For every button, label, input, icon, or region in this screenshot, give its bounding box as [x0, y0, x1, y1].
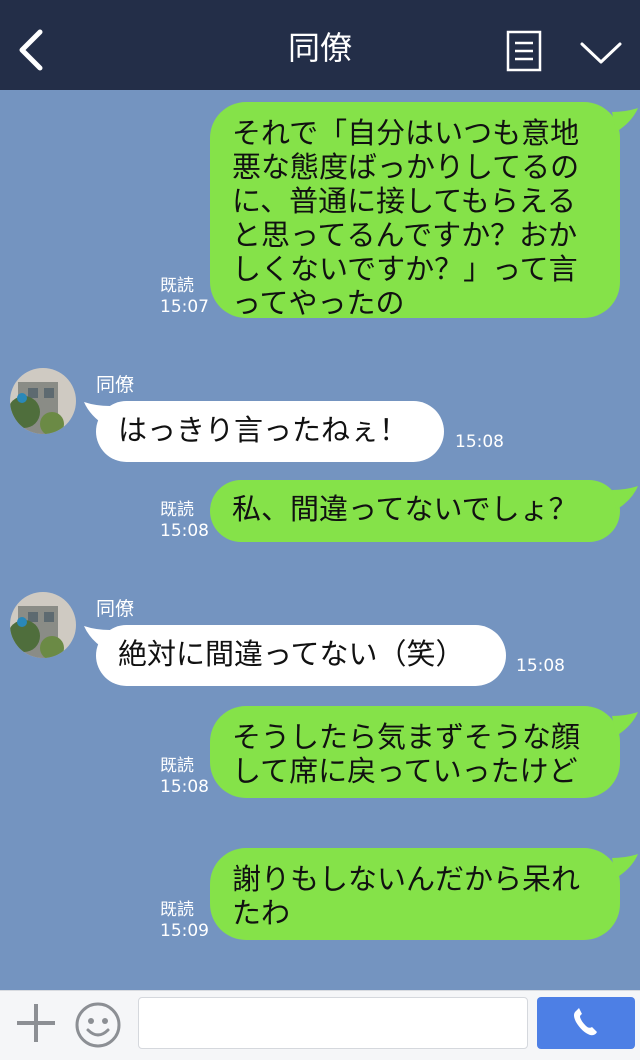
read-receipt: 既読 [160, 276, 194, 296]
message-time: 15:08 [160, 521, 209, 541]
menu-list-icon [506, 30, 542, 72]
sender-name: 同僚 [96, 598, 135, 620]
avatar-image [10, 592, 76, 658]
sent-message-bubble[interactable]: 謝りもしないんだから呆れ たわ [210, 848, 620, 940]
read-receipt: 既読 [160, 756, 194, 776]
plus-icon [17, 1004, 55, 1042]
bubble-tail [612, 108, 638, 132]
message-time: 15:08 [455, 432, 504, 452]
sent-message-bubble[interactable]: それで「自分はいつも意地 悪な態度ばっかりしてるの に、普通に接してもらえる と… [210, 102, 620, 320]
message-time: 15:08 [516, 656, 565, 676]
chat-title: 同僚 [287, 29, 352, 67]
received-message-bubble[interactable]: はっきり言ったねぇ！ [96, 401, 444, 462]
message-time: 15:09 [160, 921, 209, 941]
avatar-image [10, 368, 76, 434]
emoji-button[interactable] [74, 1001, 122, 1049]
emoji-icon [75, 1002, 121, 1048]
avatar[interactable] [10, 592, 76, 658]
bubble-tail [612, 854, 638, 878]
chat-area[interactable]: 既読 15:07 それで「自分はいつも意地 悪な態度ばっかりしてるの に、普通に… [0, 90, 640, 990]
chat-header: 同僚 [0, 0, 640, 90]
sent-message-bubble[interactable]: 私、間違ってないでしょ？ [210, 480, 620, 542]
read-receipt: 既読 [160, 500, 194, 520]
call-button[interactable] [537, 997, 635, 1049]
sent-message-bubble[interactable]: そうしたら気まずそうな顔 して席に戻っていったけど [210, 706, 620, 798]
sender-name: 同僚 [96, 374, 135, 396]
collapse-button[interactable] [578, 36, 624, 68]
menu-button[interactable] [506, 30, 542, 72]
read-receipt: 既読 [160, 900, 194, 920]
received-message-bubble[interactable]: 絶対に間違ってない（笑） [96, 625, 506, 686]
input-bar [0, 990, 640, 1060]
message-time: 15:07 [160, 297, 209, 317]
add-button[interactable] [14, 1001, 58, 1045]
chevron-down-icon [580, 42, 622, 64]
phone-icon [574, 1008, 597, 1036]
bubble-tail [612, 712, 638, 736]
avatar[interactable] [10, 368, 76, 434]
message-input[interactable] [138, 997, 528, 1049]
bubble-tail [612, 486, 638, 510]
message-time: 15:08 [160, 777, 209, 797]
